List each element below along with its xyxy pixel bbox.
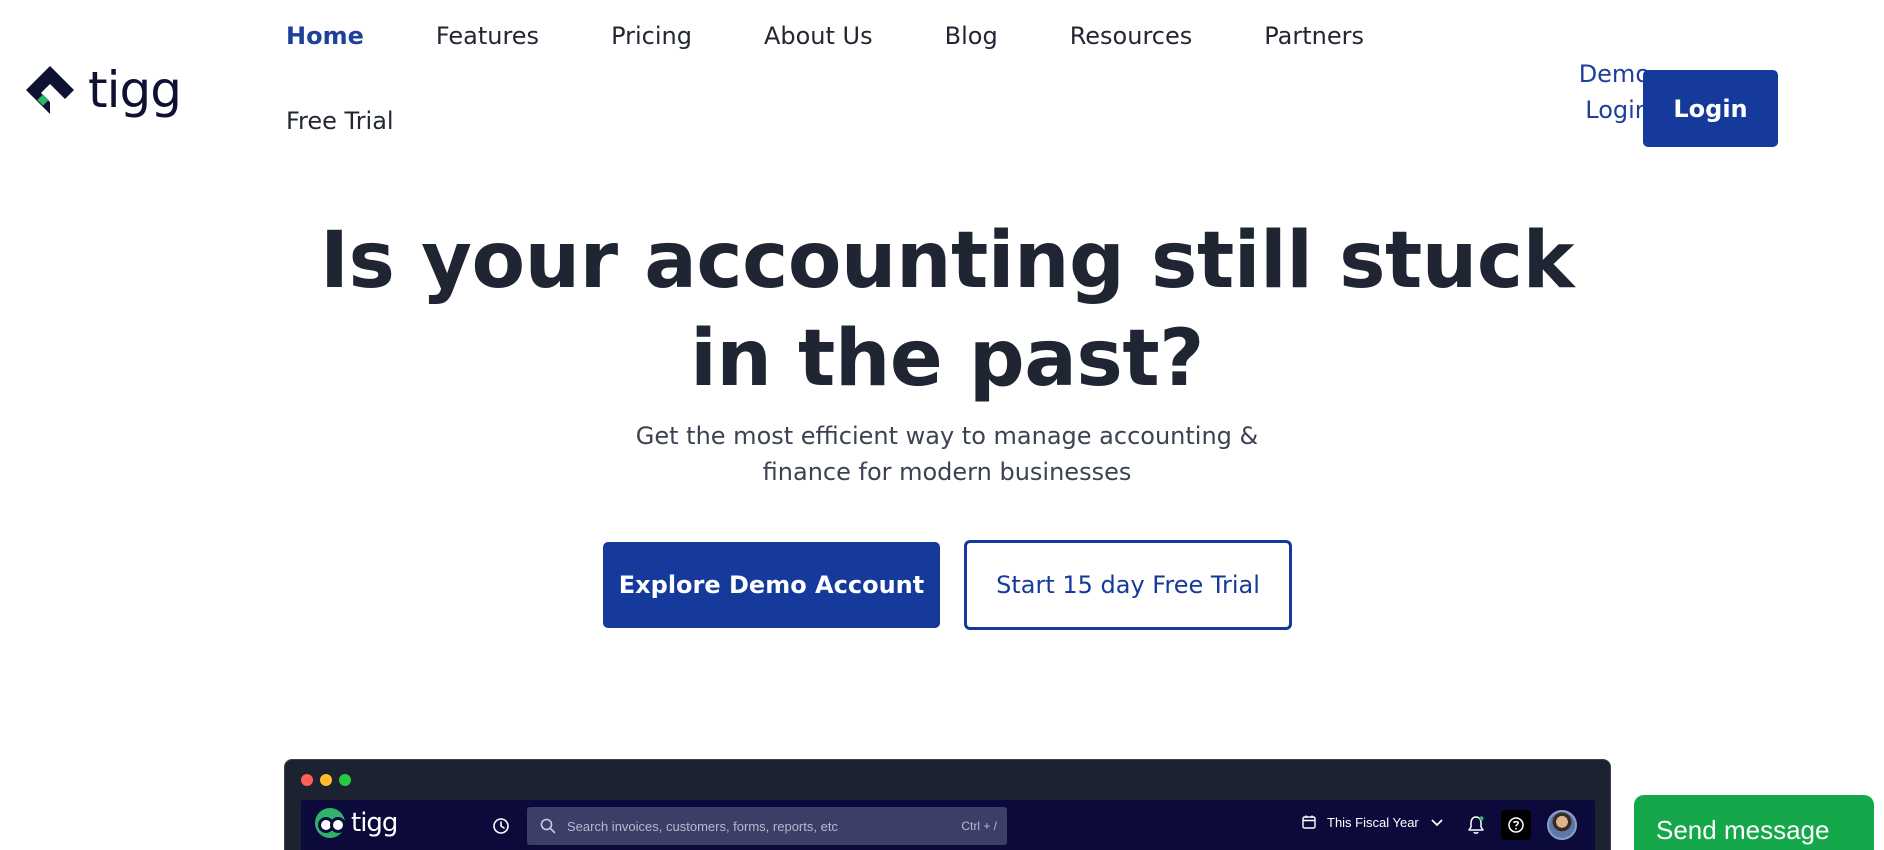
nav-free-trial[interactable]: Free Trial [286,107,394,136]
nav-about-us[interactable]: About Us [764,22,873,51]
app-search-input[interactable] [567,818,962,834]
free-trial-button[interactable]: Start 15 day Free Trial [964,540,1292,630]
nav-features[interactable]: Features [436,22,539,51]
demo-login-link[interactable]: Demo Login [1538,56,1650,128]
brand-name: tigg [88,61,182,119]
nav-resources[interactable]: Resources [1070,22,1193,51]
history-icon [493,818,509,834]
window-maximize-dot [339,774,351,786]
bell-icon[interactable] [1465,814,1487,836]
hero-subtitle: Get the most efficient way to manage acc… [635,422,1259,486]
app-search: Ctrl + / [527,807,1007,845]
chevron-down-icon [1431,819,1443,827]
nav-pricing[interactable]: Pricing [611,22,692,51]
help-icon [1508,817,1524,833]
help-button[interactable] [1501,810,1531,840]
app-preview-window: tigg Ctrl + / This Fiscal Year [284,759,1611,850]
window-close-dot [301,774,313,786]
period-selector[interactable]: This Fiscal Year [1301,814,1445,830]
period-label: This Fiscal Year [1327,814,1419,830]
search-icon [540,818,556,834]
main-nav: Home Features Pricing About Us Blog Reso… [286,22,1396,136]
app-top-bar: tigg Ctrl + / This Fiscal Year [301,800,1595,850]
nav-blog[interactable]: Blog [945,22,998,51]
app-brand-name: tigg [351,808,398,838]
owl-icon [315,808,346,838]
hero-title: Is your accounting still stuck in the pa… [320,216,1574,404]
user-avatar[interactable] [1547,810,1577,840]
window-minimize-dot [320,774,332,786]
calendar-icon [1302,815,1316,829]
site-logo[interactable]: tigg [22,61,182,119]
nav-partners[interactable]: Partners [1264,22,1364,51]
send-message-button[interactable]: Send message [1634,795,1874,850]
app-logo: tigg [315,808,398,838]
tigg-logo-icon [26,66,74,114]
explore-demo-button[interactable]: Explore Demo Account [603,542,940,628]
nav-home[interactable]: Home [286,22,364,51]
login-button[interactable]: Login [1643,70,1778,147]
search-shortcut-hint: Ctrl + / [961,819,997,833]
